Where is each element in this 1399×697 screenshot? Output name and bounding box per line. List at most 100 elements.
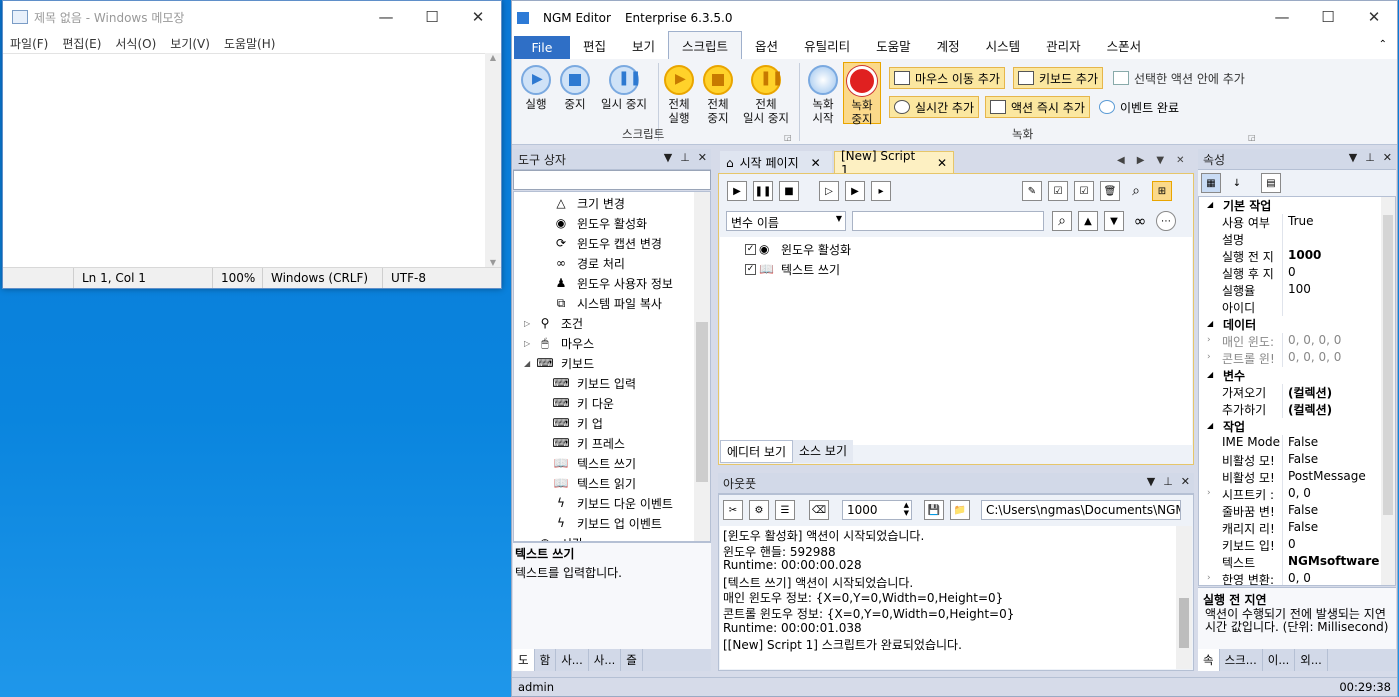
add-realtime-button[interactable]: 실시간 추가 — [889, 96, 980, 118]
property-row[interactable]: 줄바꿈 변! False — [1199, 503, 1395, 520]
run-selected-icon[interactable]: ▸ — [871, 181, 891, 201]
tab-utility[interactable]: 유틸리티 — [791, 32, 863, 59]
stepper-icon[interactable]: ▲ ▼ — [904, 501, 909, 517]
property-value[interactable]: 0, 0 — [1283, 486, 1311, 503]
property-value[interactable]: 0 — [1283, 537, 1296, 554]
scroll-up-icon[interactable]: ▲ — [485, 53, 501, 62]
property-row[interactable]: › 한영 변환: 0, 0 — [1199, 571, 1395, 585]
toolbox-search[interactable] — [513, 170, 711, 190]
property-value[interactable]: False — [1283, 520, 1318, 537]
close-icon[interactable]: ✕ — [1176, 155, 1184, 166]
tab-editor-view[interactable]: 에디터 보기 — [720, 440, 794, 463]
close-icon[interactable]: ✕ — [811, 156, 821, 170]
property-row[interactable]: 비활성 모! PostMessage — [1199, 469, 1395, 486]
run-button[interactable]: ▶ 실행 — [518, 65, 554, 111]
property-row[interactable]: 실행 후 지0 — [1199, 265, 1395, 282]
property-value[interactable] — [1283, 299, 1288, 316]
scroll-right-icon[interactable]: ▶ — [1137, 155, 1145, 166]
tab-images[interactable]: 이... — [1263, 649, 1296, 671]
tab-edit[interactable]: 편집 — [570, 32, 619, 59]
scroll-thumb[interactable] — [1383, 215, 1393, 515]
tab-script[interactable]: 스크립트 — [668, 31, 743, 59]
tree-item[interactable]: 📖 텍스트 쓰기 — [514, 453, 710, 473]
tab-new-script[interactable]: [New] Script 1 ✕ — [834, 149, 954, 177]
scroll-down-icon[interactable]: ▼ — [485, 258, 501, 267]
tree-item[interactable]: △ 크기 변경 — [514, 193, 710, 213]
property-value[interactable]: 0, 0, 0, 0 — [1283, 333, 1341, 350]
tree-item[interactable]: ◢ ⌨ 키보드 — [514, 353, 710, 373]
tree-item[interactable]: ▷ 🖱 마우스 — [514, 333, 710, 353]
property-row[interactable]: 비활성 모! False — [1199, 452, 1395, 469]
collapse-ribbon-icon[interactable]: ⌃ — [1379, 39, 1387, 50]
property-value[interactable]: PostMessage — [1283, 469, 1366, 486]
maximize-icon[interactable]: ☐ — [1305, 1, 1351, 33]
tab-properties[interactable]: 속 — [1198, 649, 1220, 671]
property-row[interactable]: 설명 — [1199, 231, 1395, 248]
property-row[interactable]: 키보드 입! 0 — [1199, 537, 1395, 554]
record-stop-button[interactable]: 녹화 중지 — [843, 62, 881, 126]
tree-item[interactable]: ⌨ 키 프레스 — [514, 433, 710, 453]
notepad-scrollbar[interactable]: ▲ ▼ — [485, 53, 501, 267]
log-path-input[interactable]: C:\Users\ngmas\Documents\NGM6\ — [981, 500, 1181, 520]
properties-scrollbar[interactable] — [1381, 197, 1395, 585]
tree-item[interactable]: ♟ 윈도우 사용자 정보 — [514, 273, 710, 293]
minimize-icon[interactable]: — — [1259, 1, 1305, 33]
property-pages-icon[interactable]: ▤ — [1261, 173, 1281, 193]
menu-format[interactable]: 서식(O) — [115, 35, 156, 52]
expand-icon[interactable]: › — [1207, 488, 1211, 498]
tree-item[interactable]: 📖 텍스트 읽기 — [514, 473, 710, 493]
tree-item[interactable]: ⌨ 키 다운 — [514, 393, 710, 413]
property-value[interactable]: NGMsoftware — [1283, 554, 1379, 571]
run-step-icon[interactable]: ▶ — [845, 181, 865, 201]
save-log-icon[interactable]: ⚙ — [749, 500, 769, 520]
property-value[interactable]: 0, 0, 0, 0 — [1283, 350, 1341, 367]
tab-external[interactable]: 외... — [1295, 649, 1328, 671]
line-count-stepper[interactable]: 1000 ▲ ▼ — [842, 500, 912, 520]
edit-icon[interactable]: ✎ — [1022, 181, 1042, 201]
close-icon[interactable]: ✕ — [937, 156, 947, 170]
loop-icon[interactable]: ∞ — [1130, 211, 1150, 231]
variable-select[interactable]: 변수 이름 ▼ — [726, 211, 846, 231]
tab-dictionary[interactable]: 사... — [556, 649, 589, 671]
scroll-left-icon[interactable]: ◀ — [1117, 155, 1125, 166]
property-row[interactable]: › 시프트키 :0, 0 — [1199, 486, 1395, 503]
property-value[interactable] — [1283, 231, 1288, 248]
property-value[interactable]: 1000 — [1283, 248, 1321, 265]
tree-item[interactable]: ⌨ 키 업 — [514, 413, 710, 433]
property-category[interactable]: 데이터 — [1199, 316, 1395, 333]
property-row[interactable]: 실행율 100 — [1199, 282, 1395, 299]
close-icon[interactable]: ✕ — [1351, 1, 1397, 33]
menu-edit[interactable]: 편집(E) — [62, 35, 101, 52]
tab-source-view[interactable]: 소스 보기 — [793, 440, 853, 463]
tree-item[interactable]: ⌨ 키보드 입력 — [514, 373, 710, 393]
save-icon[interactable]: 💾 — [924, 500, 944, 520]
tab-help[interactable]: 도움말 — [863, 32, 924, 59]
dropdown-icon[interactable]: ▼ — [664, 151, 672, 164]
more-icon[interactable]: ⋯ — [1156, 211, 1176, 231]
property-row[interactable]: 사용 여부 True — [1199, 214, 1395, 231]
tab-toolbox[interactable]: 도 — [513, 649, 535, 671]
tree-item[interactable]: ◉ 윈도우 활성화 — [514, 213, 710, 233]
tree-item[interactable]: ⟳ 윈도우 캡션 변경 — [514, 233, 710, 253]
delete-icon[interactable]: 🗑 — [1100, 181, 1120, 201]
pin-icon[interactable]: ⊥ — [1163, 475, 1173, 488]
search-icon[interactable]: ⌕ — [1126, 181, 1146, 201]
property-row[interactable]: IME Mode False — [1199, 435, 1395, 452]
tab-system[interactable]: 시스템 — [973, 32, 1034, 59]
pause-all-button[interactable]: ❚❚ 전체 일시 중지 — [738, 65, 794, 125]
notepad-text-area[interactable] — [3, 53, 501, 267]
scroll-thumb[interactable] — [696, 322, 708, 482]
property-category[interactable]: 변수 — [1199, 367, 1395, 384]
folder-icon[interactable]: 📁 — [950, 500, 970, 520]
pin-icon[interactable]: ⊥ — [680, 151, 690, 164]
add-mouse-move-button[interactable]: 마우스 이동 추가 — [889, 67, 1005, 89]
tab-start-page[interactable]: ⌂ 시작 페이지 ✕ — [720, 151, 832, 174]
stop-all-button[interactable]: 전체 중지 — [701, 65, 735, 125]
property-value[interactable]: False — [1283, 435, 1318, 452]
menu-file[interactable]: 파일(F) — [10, 35, 48, 52]
pause-button[interactable]: ❚❚ 일시 중지 — [596, 65, 652, 111]
sort-az-icon[interactable]: ↓ — [1227, 173, 1247, 193]
move-up-icon[interactable]: ▲ — [1078, 211, 1098, 231]
variable-value-input[interactable] — [852, 211, 1044, 231]
list-icon[interactable]: ☰ — [775, 500, 795, 520]
